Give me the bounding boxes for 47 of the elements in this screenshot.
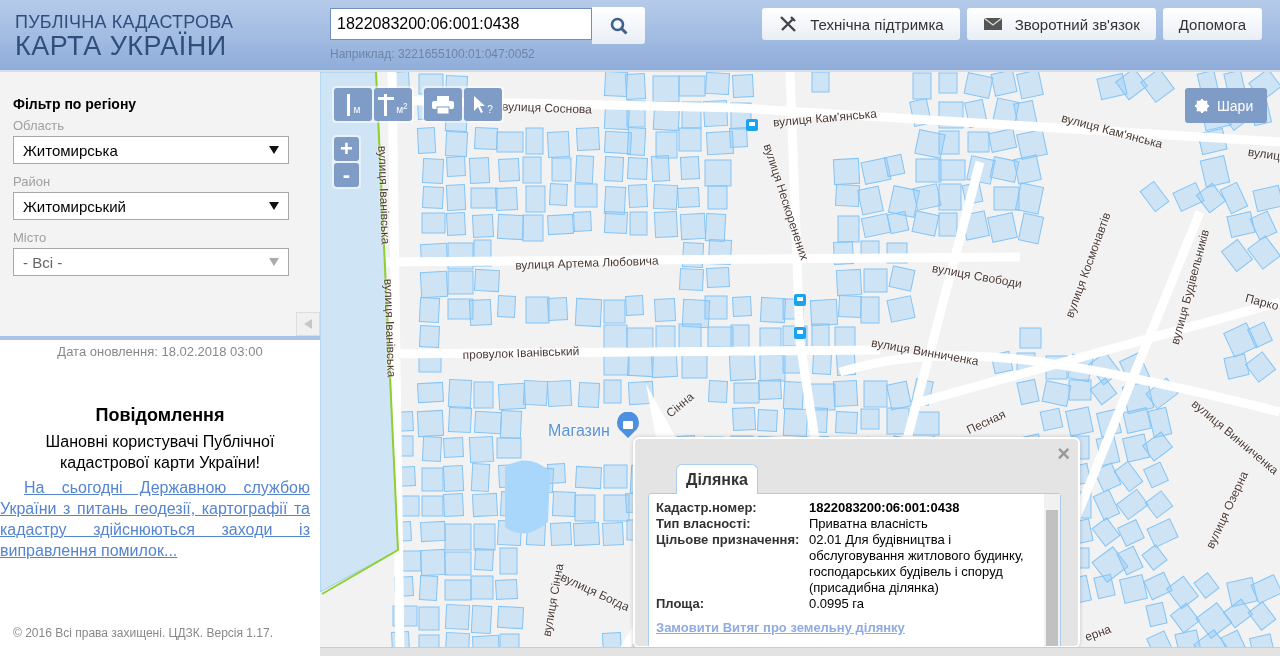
street-label: ерна — [1083, 621, 1113, 645]
field-value: Приватна власність — [809, 516, 929, 532]
search-field[interactable]: 1822083200:06:001:0438 — [330, 8, 592, 40]
filter-title: Фільтр по регіону — [13, 96, 138, 112]
notice-text: Шановні користувачі Публічної кадастрової карти України! — [44, 432, 276, 473]
street-label: провулок Іванівський — [462, 343, 580, 363]
street-label: вулиця Артема Любовича — [515, 253, 659, 273]
field-label: Площа: — [656, 596, 706, 612]
place-label: Магазин — [548, 422, 610, 440]
field-value: 1822083200:06:001:0438 — [809, 500, 961, 516]
field-label: Область — [13, 118, 66, 133]
field-label: Цільове призначення: — [656, 532, 801, 549]
close-button[interactable]: × — [1057, 443, 1070, 465]
field-value: 02.01 Для будівництва і обслуговування житлового будинку, господарських будівель і споруд (присадибна ділянка) — [809, 532, 1025, 596]
field-label: Кадастр.номер: — [656, 500, 758, 516]
help-button[interactable]: Допомога — [1162, 8, 1262, 40]
field-label: Тип власності: — [656, 516, 752, 532]
street-label: вулиця Кам'янська — [772, 106, 878, 130]
street-label: вулиця Іванівська — [375, 145, 393, 245]
popup-tab[interactable]: Ділянка — [676, 464, 758, 494]
area-tool-button[interactable]: м$^{2}$ — [374, 88, 412, 121]
notice-link[interactable]: На сьогодні Державною службою України з питань геодезії, картографії та кадастру здійснюються заходи із виправлення помилок... — [0, 477, 310, 561]
zoom-out-button[interactable]: - — [334, 163, 359, 187]
identify-tool-button[interactable]: ? — [464, 88, 502, 121]
field-label: Місто — [13, 230, 48, 245]
field-value: 0.0995 га — [809, 596, 866, 612]
copyright-text: © 2016 Всі права захищені. ЦДЗК. Версія 1.17. — [12, 626, 274, 642]
notice-title: Повідомлення — [94, 405, 226, 426]
street-label: вулиця Винниченка — [870, 335, 980, 369]
update-date: Дата оновлення: 18.02.2018 03:00 — [56, 344, 264, 359]
logo-title: ПУБЛІЧНА КАДАСТРОВА — [15, 12, 235, 32]
region-select[interactable]: Житомирська — [13, 136, 289, 164]
street-label: вулиця Соснова — [501, 99, 593, 117]
logo-title: КАРТА УКРАЇНИ — [15, 32, 227, 60]
search-hint: Наприклад: 3221655100:01:047:0052 — [330, 47, 536, 61]
field-label: Район — [13, 174, 52, 189]
support-button[interactable]: Технічна підтримка — [762, 8, 960, 40]
street-label: вулиця Іванівська — [381, 278, 399, 378]
street-label: вулиц — [1246, 144, 1280, 164]
order-extract-link[interactable]: Замовити Витяг про земельну ділянку — [656, 620, 905, 636]
region-select[interactable]: Житомирський — [13, 192, 289, 220]
feedback-button[interactable]: Зворотний зв'язок — [966, 8, 1156, 40]
zoom-in-button[interactable]: + — [334, 137, 359, 161]
layers-button[interactable]: Шари — [1185, 88, 1268, 123]
street-label: вулиця Свободи — [931, 261, 1023, 291]
street-label: Парко — [1243, 290, 1280, 314]
distance-tool-button[interactable]: м — [334, 88, 372, 121]
